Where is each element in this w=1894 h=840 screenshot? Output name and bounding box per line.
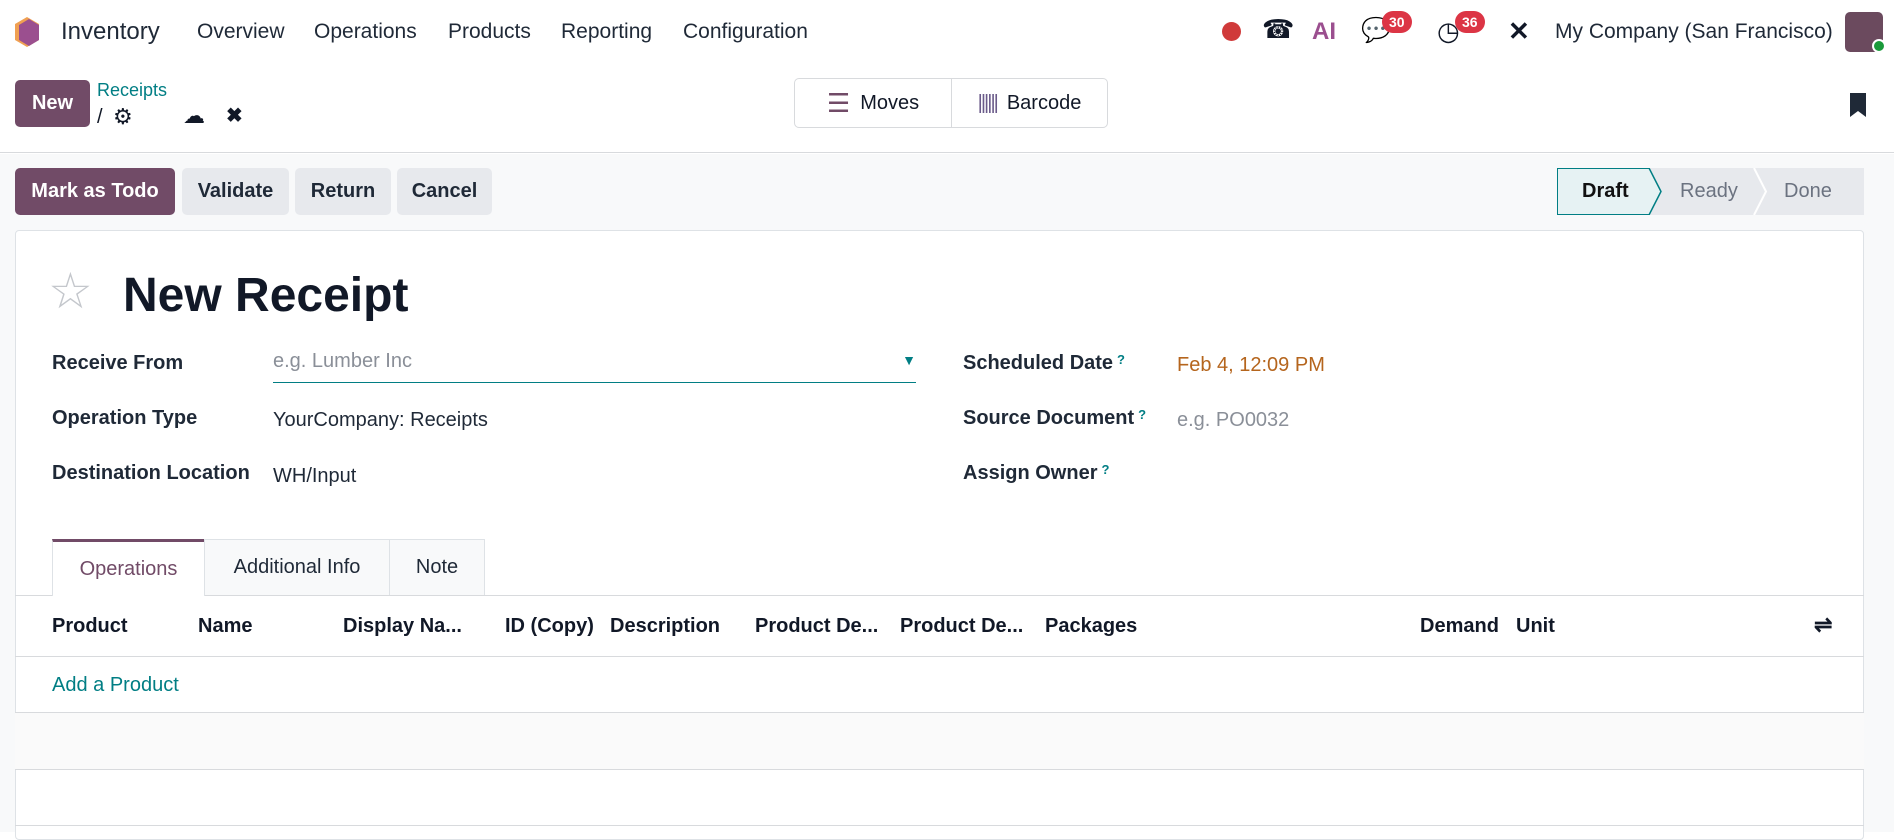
empty-row xyxy=(15,713,1864,769)
validate-button[interactable]: Validate xyxy=(182,168,289,215)
help-icon[interactable]: ? xyxy=(1101,462,1109,477)
help-icon[interactable]: ? xyxy=(1117,352,1125,367)
tabs-divider xyxy=(15,595,1864,596)
record-icon[interactable] xyxy=(1222,22,1241,41)
smart-buttons: ☰ Moves |||||| Barcode xyxy=(794,78,1108,128)
new-button[interactable]: New xyxy=(15,80,90,127)
table-header-divider xyxy=(15,656,1864,657)
scheduled-date-label: Scheduled Date? xyxy=(963,352,1125,375)
tab-operations[interactable]: Operations xyxy=(52,539,205,596)
receive-from-label: Receive From xyxy=(52,352,184,374)
col-description[interactable]: Description xyxy=(610,615,720,638)
col-product-de-2[interactable]: Product De... xyxy=(900,615,1023,638)
tab-note[interactable]: Note xyxy=(389,539,485,595)
source-document-input[interactable]: e.g. PO0032 xyxy=(1177,409,1289,432)
row-divider xyxy=(15,825,1864,826)
col-unit[interactable]: Unit xyxy=(1516,615,1555,638)
col-name[interactable]: Name xyxy=(198,615,252,638)
col-product-de-1[interactable]: Product De... xyxy=(755,615,878,638)
col-demand[interactable]: Demand xyxy=(1420,615,1499,638)
destination-location-field[interactable]: WH/Input xyxy=(273,465,356,488)
receive-from-placeholder: e.g. Lumber Inc xyxy=(273,350,412,372)
activities-badge: 36 xyxy=(1455,11,1485,33)
menu-overview[interactable]: Overview xyxy=(197,20,285,44)
operation-type-field[interactable]: YourCompany: Receipts xyxy=(273,409,488,432)
destination-location-label: Destination Location xyxy=(52,462,250,484)
barcode-icon: |||||| xyxy=(977,91,999,114)
bookmark-icon[interactable] xyxy=(1850,93,1866,117)
user-avatar[interactable] xyxy=(1845,12,1886,53)
inventory-app-icon[interactable] xyxy=(14,16,40,48)
star-icon[interactable]: ☆ xyxy=(48,266,93,316)
menu-reporting[interactable]: Reporting xyxy=(561,20,652,44)
breadcrumb-receipts[interactable]: Receipts xyxy=(97,80,167,101)
column-settings-icon[interactable]: ⇌ xyxy=(1814,612,1832,638)
source-document-label: Source Document? xyxy=(963,407,1146,430)
assign-owner-label-text: Assign Owner xyxy=(963,462,1098,484)
assign-owner-input[interactable] xyxy=(1177,462,1817,492)
assign-owner-label: Assign Owner? xyxy=(963,462,1109,485)
cancel-button[interactable]: Cancel xyxy=(397,168,492,215)
scheduled-date-field[interactable]: Feb 4, 12:09 PM xyxy=(1177,354,1325,377)
phone-icon[interactable]: ☎ xyxy=(1262,14,1294,45)
menu-products[interactable]: Products xyxy=(448,20,531,44)
moves-button[interactable]: ☰ Moves xyxy=(795,79,952,127)
moves-label: Moves xyxy=(860,91,920,114)
ai-icon[interactable]: AI xyxy=(1312,18,1336,46)
menu-operations[interactable]: Operations xyxy=(314,20,417,44)
mark-as-todo-button[interactable]: Mark as Todo xyxy=(15,168,175,215)
return-button[interactable]: Return xyxy=(295,168,391,215)
row-divider xyxy=(15,769,1864,770)
gear-icon[interactable]: ⚙ xyxy=(113,104,133,130)
app-name[interactable]: Inventory xyxy=(61,18,160,46)
receive-from-input[interactable]: e.g. Lumber Inc ▼ xyxy=(273,350,916,383)
status-ready[interactable]: Ready xyxy=(1680,180,1738,203)
company-switcher[interactable]: My Company (San Francisco) xyxy=(1555,20,1833,44)
dropdown-caret-icon[interactable]: ▼ xyxy=(902,352,916,368)
cloud-save-icon[interactable]: ☁ xyxy=(183,103,205,129)
discard-icon[interactable]: ✖ xyxy=(226,103,243,128)
status-done[interactable]: Done xyxy=(1784,180,1832,203)
status-divider xyxy=(1753,168,1768,215)
barcode-label: Barcode xyxy=(1006,91,1082,114)
tools-icon[interactable]: ✕ xyxy=(1508,16,1530,47)
source-document-label-text: Source Document xyxy=(963,407,1135,429)
col-packages[interactable]: Packages xyxy=(1045,615,1137,638)
status-bar: Draft Ready Done xyxy=(1557,168,1864,215)
col-product[interactable]: Product xyxy=(52,615,128,638)
messages-badge: 30 xyxy=(1382,11,1412,33)
col-display-name[interactable]: Display Na... xyxy=(343,615,462,638)
status-draft-label: Draft xyxy=(1582,180,1629,202)
list-icon: ☰ xyxy=(826,87,851,118)
scheduled-date-label-text: Scheduled Date xyxy=(963,352,1114,374)
online-status-icon xyxy=(1872,39,1886,53)
col-id-copy[interactable]: ID (Copy) xyxy=(505,615,594,638)
top-navbar: Inventory Overview Operations Products R… xyxy=(0,0,1894,65)
breadcrumb-separator: / xyxy=(97,106,103,128)
menu-configuration[interactable]: Configuration xyxy=(683,20,808,44)
add-product-link[interactable]: Add a Product xyxy=(52,674,179,697)
control-panel: New Receipts / ⚙ ☁ ✖ ☰ Moves |||||| Barcod… xyxy=(0,65,1894,153)
record-title: New Receipt xyxy=(123,269,409,322)
barcode-button[interactable]: |||||| Barcode xyxy=(952,79,1107,127)
operation-type-label: Operation Type xyxy=(52,407,198,429)
tab-additional-info[interactable]: Additional Info xyxy=(204,539,390,595)
help-icon[interactable]: ? xyxy=(1138,407,1146,422)
